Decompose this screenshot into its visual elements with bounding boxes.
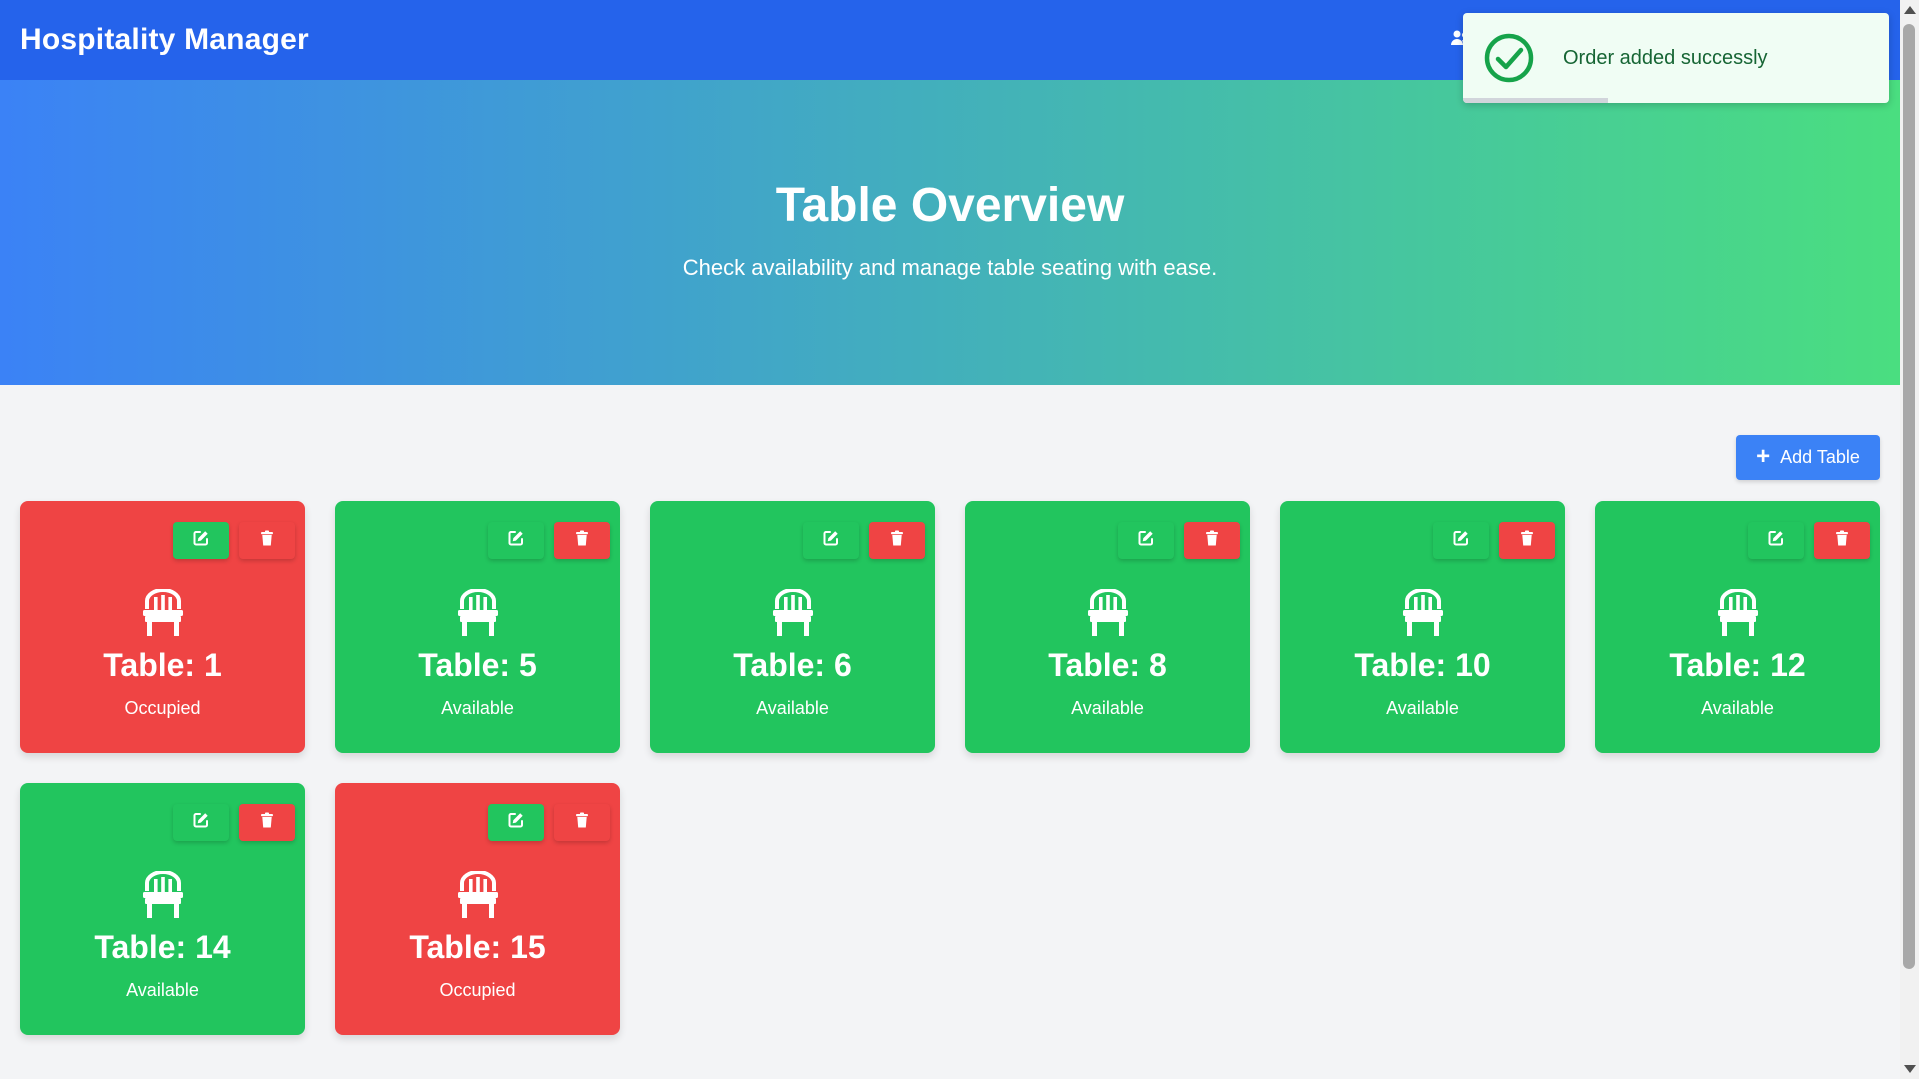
table-status: Available <box>441 698 514 718</box>
trash-icon <box>1833 529 1851 552</box>
delete-table-button[interactable] <box>239 522 295 559</box>
table-name: Table: 12 <box>1669 647 1806 683</box>
delete-table-button[interactable] <box>554 804 610 841</box>
page-subtitle: Check availability and manage table seat… <box>682 255 1218 280</box>
chair-icon <box>1401 588 1445 637</box>
table-name: Table: 10 <box>1354 647 1491 683</box>
delete-table-button[interactable] <box>1184 522 1240 559</box>
table-status: Available <box>756 698 829 718</box>
table-name: Table: 15 <box>409 929 546 965</box>
delete-table-button[interactable] <box>239 804 295 841</box>
table-status: Available <box>1386 698 1459 718</box>
edit-table-button[interactable] <box>1748 522 1804 559</box>
table-name: Table: 5 <box>418 647 537 683</box>
trash-icon <box>258 811 276 834</box>
chair-icon <box>456 588 500 637</box>
edit-icon <box>507 529 525 552</box>
card-actions <box>1433 522 1555 559</box>
table-card[interactable]: Table: 15 Occupied <box>335 783 620 1035</box>
check-circle-icon <box>1484 33 1534 83</box>
trash-icon <box>888 529 906 552</box>
edit-icon <box>507 811 525 834</box>
add-table-button[interactable]: + Add Table <box>1736 435 1880 480</box>
page-title: Table Overview <box>775 179 1125 232</box>
edit-icon <box>822 529 840 552</box>
table-card[interactable]: Table: 8 Available <box>965 501 1250 753</box>
delete-table-button[interactable] <box>554 522 610 559</box>
edit-table-button[interactable] <box>488 804 544 841</box>
edit-icon <box>1452 529 1470 552</box>
toolbar: + Add Table <box>20 435 1880 480</box>
edit-table-button[interactable] <box>803 522 859 559</box>
table-card[interactable]: Table: 1 Occupied <box>20 501 305 753</box>
table-card[interactable]: Table: 6 Available <box>650 501 935 753</box>
edit-table-button[interactable] <box>173 804 229 841</box>
toast-message: Order added successly <box>1563 46 1768 69</box>
table-status: Available <box>1701 698 1774 718</box>
chair-icon <box>771 588 815 637</box>
edit-table-button[interactable] <box>1118 522 1174 559</box>
table-status: Occupied <box>439 980 516 1000</box>
edit-icon <box>1137 529 1155 552</box>
card-actions <box>1748 522 1870 559</box>
trash-icon <box>258 529 276 552</box>
trash-icon <box>1518 529 1536 552</box>
scroll-up-arrow-icon[interactable] <box>1904 6 1916 14</box>
toast-notification[interactable]: Order added successly <box>1463 13 1889 103</box>
edit-icon <box>1767 529 1785 552</box>
toast-progress-bar <box>1463 98 1608 103</box>
table-name: Table: 1 <box>103 647 222 683</box>
chair-icon <box>1716 588 1760 637</box>
chair-icon <box>141 870 185 919</box>
card-actions <box>173 804 295 841</box>
trash-icon <box>1203 529 1221 552</box>
table-name: Table: 14 <box>94 929 231 965</box>
table-card[interactable]: Table: 5 Available <box>335 501 620 753</box>
trash-icon <box>573 811 591 834</box>
edit-table-button[interactable] <box>488 522 544 559</box>
trash-icon <box>573 529 591 552</box>
table-card[interactable]: Table: 10 Available <box>1280 501 1565 753</box>
card-actions <box>803 522 925 559</box>
brand-title[interactable]: Hospitality Manager <box>20 23 309 57</box>
table-status: Available <box>1071 698 1144 718</box>
plus-icon: + <box>1756 442 1771 470</box>
add-table-label: Add Table <box>1780 447 1860 467</box>
table-name: Table: 8 <box>1048 647 1167 683</box>
chair-icon <box>456 870 500 919</box>
card-actions <box>488 804 610 841</box>
delete-table-button[interactable] <box>869 522 925 559</box>
table-status: Occupied <box>124 698 201 718</box>
edit-icon <box>192 811 210 834</box>
scrollbar-thumb[interactable] <box>1903 24 1915 969</box>
card-actions <box>488 522 610 559</box>
app-viewport: Hospitality Manager Table Overview Check… <box>0 0 1900 1079</box>
scroll-down-arrow-icon[interactable] <box>1904 1065 1916 1073</box>
card-actions <box>173 522 295 559</box>
chair-icon <box>1086 588 1130 637</box>
table-card[interactable]: Table: 14 Available <box>20 783 305 1035</box>
card-actions <box>1118 522 1240 559</box>
delete-table-button[interactable] <box>1814 522 1870 559</box>
edit-icon <box>192 529 210 552</box>
table-section: + Add Table Table: 1 Occupied Table: 5 Avai… <box>0 385 1900 1035</box>
hero-banner: Table Overview Check availability and ma… <box>0 80 1900 385</box>
delete-table-button[interactable] <box>1499 522 1555 559</box>
page-scrollbar[interactable] <box>1900 0 1919 1079</box>
table-name: Table: 6 <box>733 647 852 683</box>
edit-table-button[interactable] <box>1433 522 1489 559</box>
table-card[interactable]: Table: 12 Available <box>1595 501 1880 753</box>
table-status: Available <box>126 980 199 1000</box>
edit-table-button[interactable] <box>173 522 229 559</box>
table-grid: Table: 1 Occupied Table: 5 Available Table: … <box>20 501 1880 1035</box>
chair-icon <box>141 588 185 637</box>
